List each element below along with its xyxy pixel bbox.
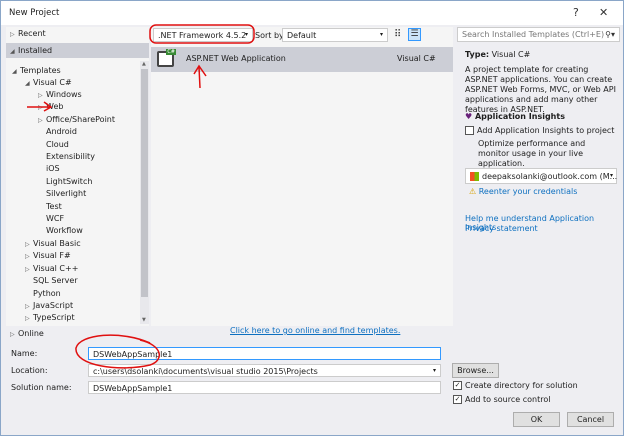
tree-item[interactable]: ▷ Visual Basic: [25, 239, 81, 248]
create-directory-checkbox[interactable]: ✓ Create directory for solution: [453, 381, 578, 390]
solution-name-input[interactable]: DSWebAppSample1: [88, 381, 441, 394]
web-app-icon: C#: [157, 49, 176, 67]
tree-visual-cs[interactable]: ◢ Visual C#: [25, 78, 72, 87]
details-panel: Type: Visual C# A project template for c…: [458, 27, 621, 326]
insights-checkbox[interactable]: Add Application Insights to project: [465, 126, 614, 135]
lightbulb-icon: ♥: [465, 112, 473, 121]
tree-item[interactable]: ▷ Visual C++: [25, 264, 78, 273]
template-description: A project template for creating ASP.NET …: [465, 65, 616, 114]
name-input[interactable]: DSWebAppSample1: [88, 347, 441, 360]
ok-button[interactable]: OK: [513, 412, 560, 427]
tree-item[interactable]: ▷ JavaScript: [25, 301, 73, 310]
template-list-panel: .NET Framework 4.5.2 ▾ Sort by: Default ▾ …: [151, 27, 453, 326]
tree-item[interactable]: ▷ Windows: [38, 90, 82, 99]
framework-select[interactable]: .NET Framework 4.5.2 ▾: [153, 28, 253, 42]
account-select[interactable]: deepaksolanki@outlook.com (M... ▾: [465, 168, 617, 184]
tree-item[interactable]: Test: [38, 202, 62, 211]
template-language: Visual C#: [397, 54, 436, 63]
help-button[interactable]: ?: [573, 6, 579, 19]
scroll-down-icon[interactable]: ▼: [142, 317, 146, 323]
tree-item[interactable]: ▷ Visual F#: [25, 251, 71, 260]
solution-name-label: Solution name:: [11, 383, 72, 392]
privacy-link[interactable]: Privacy statement: [465, 224, 538, 233]
close-button[interactable]: ✕: [599, 6, 608, 19]
microsoft-logo-icon: [470, 172, 479, 181]
location-label: Location:: [11, 366, 48, 375]
online-templates-link[interactable]: Click here to go online and find templat…: [230, 326, 400, 335]
tree-item[interactable]: Cloud: [38, 140, 69, 149]
template-name: ASP.NET Web Application: [186, 54, 286, 63]
tree-item[interactable]: ▷ TypeScript: [25, 313, 75, 322]
tree-online[interactable]: ▷ Online: [10, 329, 44, 338]
sort-select[interactable]: Default ▾: [282, 28, 388, 42]
browse-button[interactable]: Browse...: [452, 363, 499, 378]
template-item[interactable]: C# ASP.NET Web Application Visual C#: [151, 47, 453, 72]
tree-templates[interactable]: ◢ Templates: [12, 66, 61, 75]
tree-item[interactable]: WCF: [38, 214, 64, 223]
type-label: Type:: [465, 50, 490, 59]
tree-scroll-thumb[interactable]: [141, 69, 148, 297]
template-tree: ▷ Recent ◢ Installed ◢ Templates ◢ Visual C#…: [6, 27, 149, 326]
title-bar: New Project ? ✕: [1, 1, 623, 25]
source-control-checkbox[interactable]: ✓ Add to source control: [453, 395, 550, 404]
tree-item[interactable]: Python: [25, 289, 61, 298]
tree-item[interactable]: SQL Server: [25, 276, 78, 285]
tree-item[interactable]: Extensibility: [38, 152, 95, 161]
reenter-credentials-link[interactable]: Reenter your credentials: [479, 187, 578, 196]
tree-item[interactable]: LightSwitch: [38, 177, 92, 186]
dialog-title: New Project: [9, 8, 60, 18]
list-view-icon[interactable]: ☰: [408, 28, 421, 41]
insights-title: Application Insights: [474, 112, 565, 121]
tree-recent[interactable]: ▷ Recent: [10, 29, 46, 38]
tree-item[interactable]: Silverlight: [38, 189, 86, 198]
small-icons-view-icon[interactable]: ⠿: [394, 29, 401, 40]
chevron-down-icon: ▾: [244, 31, 248, 38]
tree-item[interactable]: ▷ Web: [38, 102, 63, 111]
location-input[interactable]: c:\users\dsolanki\documents\visual studi…: [88, 364, 441, 377]
new-project-dialog: New Project ? ✕ ▷ Recent ◢ Installed ◢ Temp…: [0, 0, 624, 436]
tree-installed[interactable]: ◢ Installed: [10, 46, 52, 55]
tree-item[interactable]: iOS: [38, 164, 60, 173]
tree-item[interactable]: Workflow: [38, 226, 83, 235]
scroll-up-icon[interactable]: ▲: [142, 61, 146, 67]
warning-icon: ⚠: [469, 187, 477, 196]
name-label: Name:: [11, 349, 38, 358]
cancel-button[interactable]: Cancel: [567, 412, 614, 427]
chevron-down-icon: ▾: [379, 31, 383, 38]
tree-item[interactable]: ▷ Office/SharePoint: [38, 115, 115, 124]
tree-item[interactable]: Android: [38, 127, 77, 136]
type-value: Visual C#: [491, 50, 531, 59]
insights-description: Optimize performance and monitor usage i…: [478, 139, 586, 168]
